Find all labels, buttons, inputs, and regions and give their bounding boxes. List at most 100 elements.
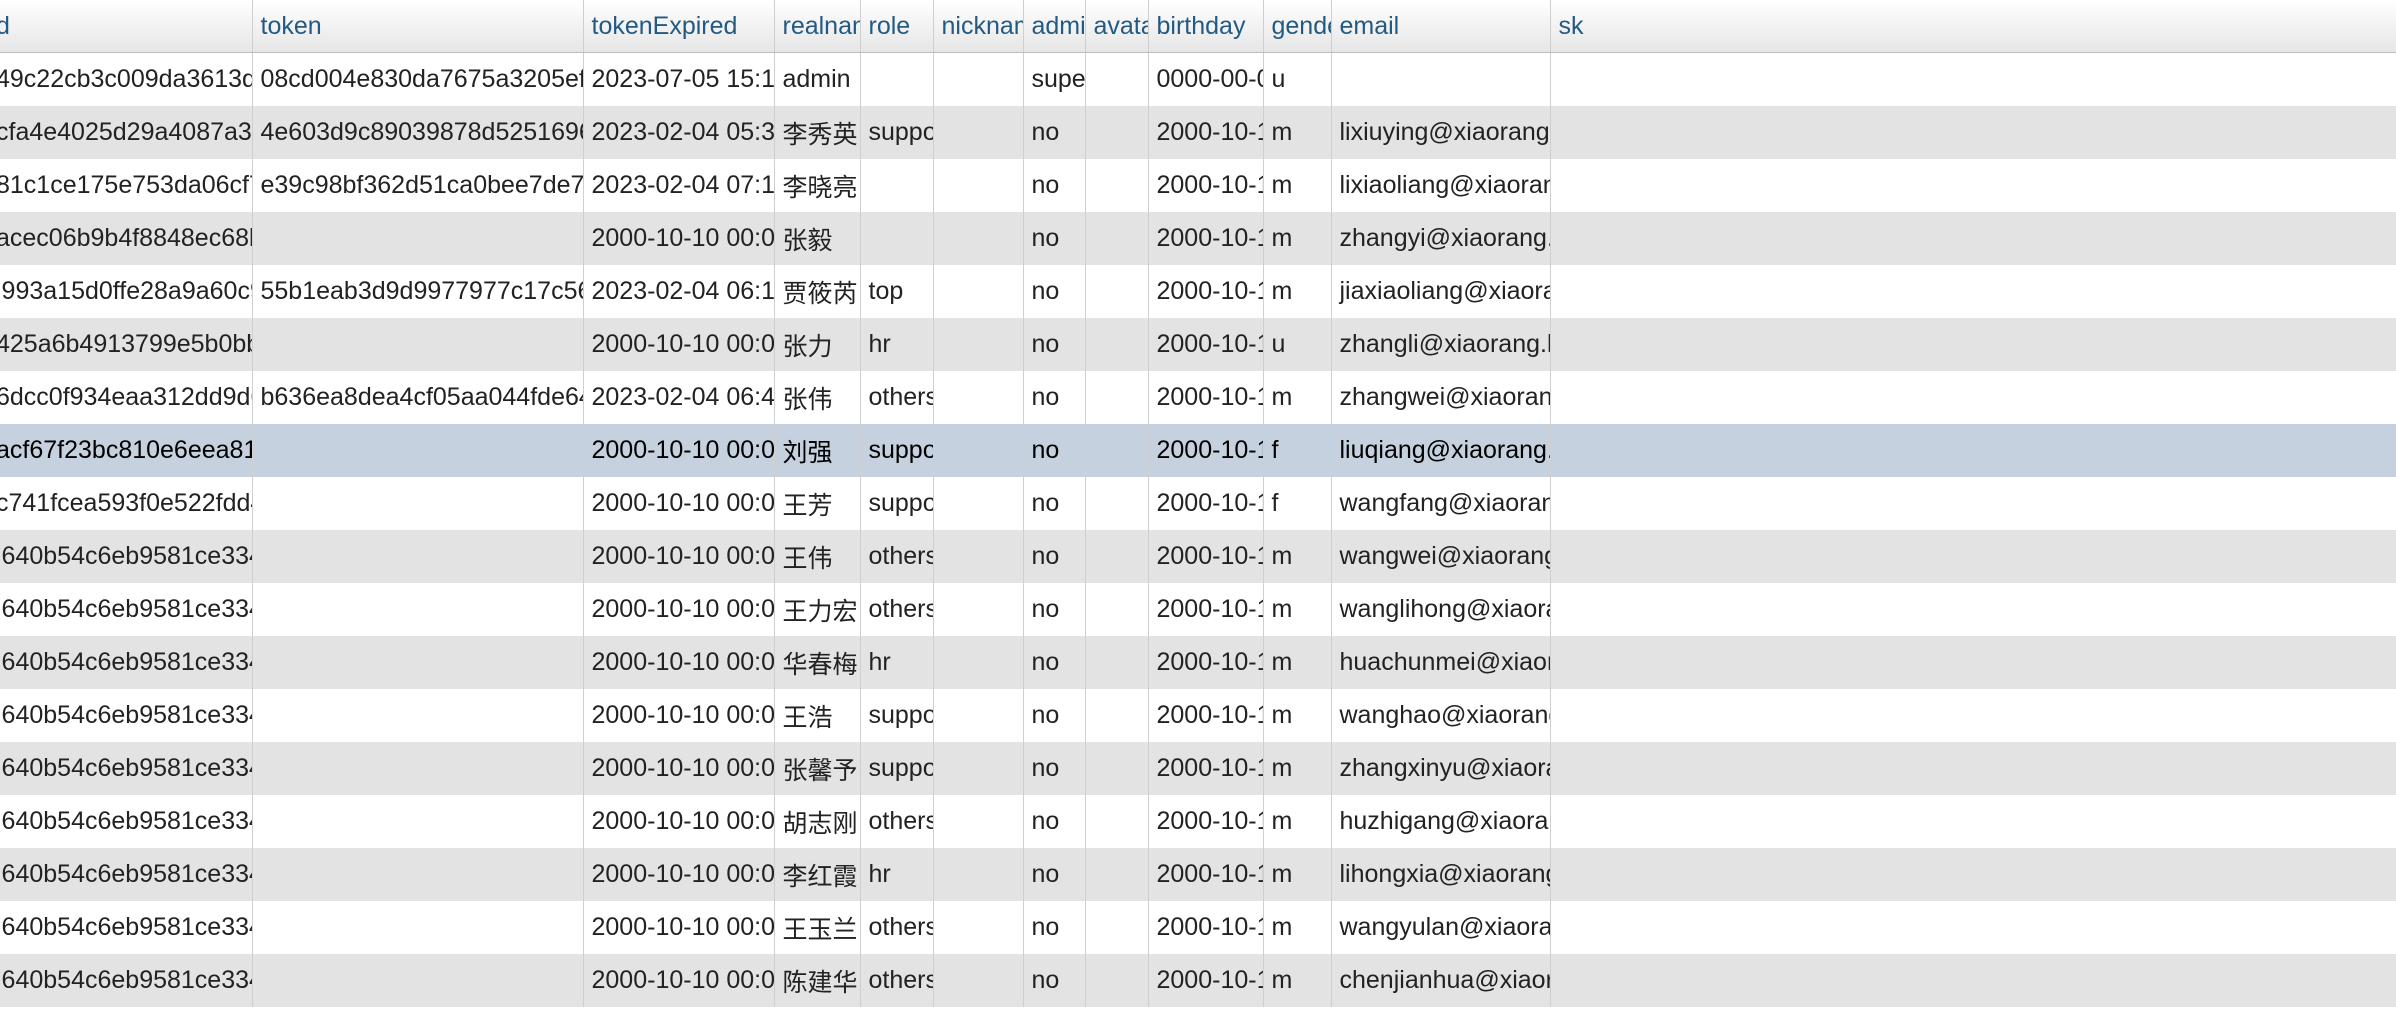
column-header-id[interactable]: d xyxy=(0,0,253,53)
cell-nickname[interactable] xyxy=(933,689,1024,742)
table-row[interactable]: c741fcea593f0e522fdd417b0 2000-10-10 00:0… xyxy=(0,477,2396,530)
cell-birthday[interactable]: 0000-00-00 xyxy=(1148,52,1264,106)
column-header-sk[interactable]: sk xyxy=(1550,0,2396,53)
cell-realname[interactable]: 李秀英 xyxy=(774,106,861,159)
cell-nickname[interactable] xyxy=(933,212,1024,265)
cell-id[interactable]: acf67f23bc810e6eea8151133 xyxy=(0,424,253,477)
cell-email[interactable]: chenjianhua@xiaorang.lab xyxy=(1331,954,1551,1007)
cell-realname[interactable]: 张力 xyxy=(774,318,861,371)
cell-token-expired[interactable]: 2023-02-04 06:10:20 xyxy=(583,265,775,318)
table-row[interactable]: l640b54c6eb9581ce334b79ab 2000-10-10 00:0… xyxy=(0,795,2396,848)
cell-birthday[interactable]: 2000-10-10 xyxy=(1148,265,1264,318)
cell-realname[interactable]: 王浩 xyxy=(774,689,861,742)
cell-avatar[interactable] xyxy=(1085,795,1149,848)
cell-id[interactable]: 6dcc0f934eaa312dd9d63820b xyxy=(0,371,253,424)
cell-sk[interactable] xyxy=(1550,742,2396,795)
table-row[interactable]: l640b54c6eb9581ce334b79ab 2000-10-10 00:0… xyxy=(0,689,2396,742)
cell-birthday[interactable]: 2000-10-10 xyxy=(1148,583,1264,636)
cell-email[interactable]: lixiaoliang@xiaorang.lab xyxy=(1331,159,1551,212)
cell-gender[interactable]: m xyxy=(1263,159,1332,212)
cell-nickname[interactable] xyxy=(933,106,1024,159)
cell-realname[interactable]: 张馨予 xyxy=(774,742,861,795)
table-row[interactable]: l640b54c6eb9581ce334b79ab 2000-10-10 00:0… xyxy=(0,583,2396,636)
cell-realname[interactable]: admin xyxy=(774,52,861,106)
cell-id[interactable]: 81c1ce175e753da06cf70f3d2 xyxy=(0,159,253,212)
cell-token[interactable]: b636ea8dea4cf05aa044fde649fe01bd xyxy=(252,371,584,424)
cell-avatar[interactable] xyxy=(1085,212,1149,265)
table-row[interactable]: l640b54c6eb9581ce334b79ab 2000-10-10 00:0… xyxy=(0,848,2396,901)
cell-role[interactable]: others xyxy=(860,954,934,1007)
cell-realname[interactable]: 李红霞 xyxy=(774,848,861,901)
cell-token-expired[interactable]: 2000-10-10 00:00:00 xyxy=(583,530,775,583)
cell-admin[interactable]: no xyxy=(1023,424,1086,477)
column-header-admin[interactable]: admin xyxy=(1023,0,1086,53)
cell-gender[interactable]: u xyxy=(1263,52,1332,106)
cell-role[interactable]: support xyxy=(860,689,934,742)
cell-email[interactable] xyxy=(1331,52,1551,106)
cell-gender[interactable]: u xyxy=(1263,318,1332,371)
cell-birthday[interactable]: 2000-10-10 xyxy=(1148,212,1264,265)
cell-admin[interactable]: no xyxy=(1023,742,1086,795)
cell-id[interactable]: l640b54c6eb9581ce334b79ab xyxy=(0,636,253,689)
cell-token[interactable] xyxy=(252,424,584,477)
cell-id[interactable]: l640b54c6eb9581ce334b79ab xyxy=(0,848,253,901)
cell-role[interactable]: others xyxy=(860,795,934,848)
cell-realname[interactable]: 华春梅 xyxy=(774,636,861,689)
cell-birthday[interactable]: 2000-10-10 xyxy=(1148,636,1264,689)
cell-token[interactable]: 4e603d9c89039878d5251696ee89a4bc xyxy=(252,106,584,159)
cell-email[interactable]: zhangyi@xiaorang.lab xyxy=(1331,212,1551,265)
column-header-gender[interactable]: gender xyxy=(1263,0,1332,53)
cell-token-expired[interactable]: 2000-10-10 00:00:00 xyxy=(583,848,775,901)
cell-sk[interactable] xyxy=(1550,848,2396,901)
cell-token-expired[interactable]: 2000-10-10 00:00:00 xyxy=(583,795,775,848)
cell-sk[interactable] xyxy=(1550,371,2396,424)
cell-token-expired[interactable]: 2000-10-10 00:00:00 xyxy=(583,636,775,689)
cell-realname[interactable]: 陈建华 xyxy=(774,954,861,1007)
cell-email[interactable]: wangwei@xiaorang.lab xyxy=(1331,530,1551,583)
cell-role[interactable]: others xyxy=(860,371,934,424)
table-row[interactable]: l640b54c6eb9581ce334b79ab 2000-10-10 00:0… xyxy=(0,954,2396,1007)
cell-admin[interactable]: no xyxy=(1023,583,1086,636)
cell-token-expired[interactable]: 2000-10-10 00:00:00 xyxy=(583,689,775,742)
cell-avatar[interactable] xyxy=(1085,424,1149,477)
cell-nickname[interactable] xyxy=(933,265,1024,318)
cell-token-expired[interactable]: 2000-10-10 00:00:00 xyxy=(583,583,775,636)
cell-token[interactable] xyxy=(252,689,584,742)
cell-token[interactable]: 08cd004e830da7675a3205efe46d4c18 xyxy=(252,52,584,106)
cell-nickname[interactable] xyxy=(933,954,1024,1007)
cell-admin[interactable]: no xyxy=(1023,954,1086,1007)
cell-admin[interactable]: no xyxy=(1023,318,1086,371)
cell-nickname[interactable] xyxy=(933,424,1024,477)
cell-role[interactable]: support xyxy=(860,742,934,795)
cell-sk[interactable] xyxy=(1550,901,2396,954)
cell-sk[interactable] xyxy=(1550,424,2396,477)
cell-id[interactable]: 425a6b4913799e5b0bbdd4ee3 xyxy=(0,318,253,371)
cell-token-expired[interactable]: 2000-10-10 00:00:00 xyxy=(583,477,775,530)
cell-gender[interactable]: f xyxy=(1263,424,1332,477)
cell-realname[interactable]: 贾筱芮 xyxy=(774,265,861,318)
cell-avatar[interactable] xyxy=(1085,265,1149,318)
cell-token[interactable] xyxy=(252,477,584,530)
cell-nickname[interactable] xyxy=(933,52,1024,106)
cell-token-expired[interactable]: 2000-10-10 00:00:00 xyxy=(583,742,775,795)
cell-id[interactable]: acec06b9b4f8848ec68b1c8b7 xyxy=(0,212,253,265)
cell-nickname[interactable] xyxy=(933,159,1024,212)
cell-realname[interactable]: 王芳 xyxy=(774,477,861,530)
cell-gender[interactable]: m xyxy=(1263,583,1332,636)
cell-gender[interactable]: m xyxy=(1263,636,1332,689)
cell-gender[interactable]: m xyxy=(1263,848,1332,901)
cell-birthday[interactable]: 2000-10-10 xyxy=(1148,848,1264,901)
cell-id[interactable]: l640b54c6eb9581ce334b79ab xyxy=(0,583,253,636)
cell-birthday[interactable]: 2000-10-10 xyxy=(1148,530,1264,583)
cell-id[interactable]: l640b54c6eb9581ce334b79ab xyxy=(0,742,253,795)
cell-gender[interactable]: m xyxy=(1263,795,1332,848)
cell-birthday[interactable]: 2000-10-10 xyxy=(1148,318,1264,371)
cell-admin[interactable]: no xyxy=(1023,530,1086,583)
cell-token-expired[interactable]: 2000-10-10 00:00:00 xyxy=(583,424,775,477)
table-row[interactable]: l993a15d0ffe28a9a60c9d1d255b1eab3d9d9977… xyxy=(0,265,2396,318)
cell-id[interactable]: c741fcea593f0e522fdd417b0 xyxy=(0,477,253,530)
cell-realname[interactable]: 张伟 xyxy=(774,371,861,424)
cell-birthday[interactable]: 2000-10-10 xyxy=(1148,106,1264,159)
cell-token-expired[interactable]: 2023-02-04 05:36:02 xyxy=(583,106,775,159)
cell-role[interactable] xyxy=(860,212,934,265)
